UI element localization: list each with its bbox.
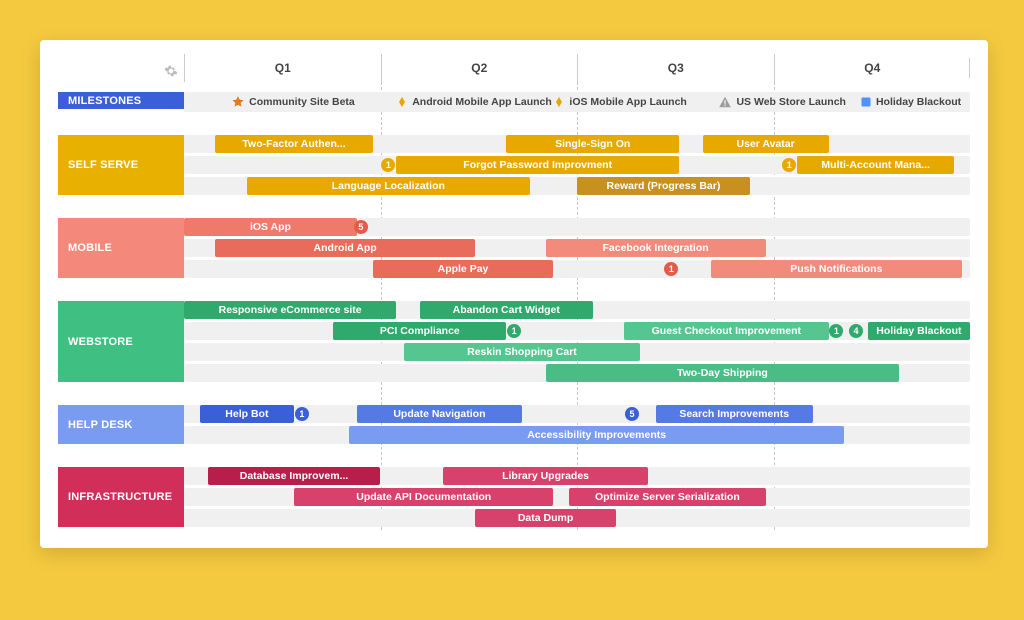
bar-holiday-blackout[interactable]: Holiday Blackout [868, 322, 970, 340]
bar-reskin-shopping-cart[interactable]: Reskin Shopping Cart [404, 343, 640, 361]
bar-accessibility-improvements[interactable]: Accessibility Improvements [349, 426, 844, 444]
milestone-label: Holiday Blackout [876, 96, 961, 108]
quarter-header: Q4 [774, 54, 971, 82]
bar-multi-account-mana-[interactable]: Multi-Account Mana... [797, 156, 954, 174]
bar-library-upgrades[interactable]: Library Upgrades [443, 467, 647, 485]
bar-forgot-password-improvment[interactable]: Forgot Password Improvment [396, 156, 679, 174]
bar-responsive-ecommerce-site[interactable]: Responsive eCommerce site [184, 301, 396, 319]
track: Accessibility Improvements [184, 426, 970, 444]
track: Community Site Beta Android Mobile App La… [184, 92, 970, 112]
track: PCI Compliance Guest Checkout Improvement… [184, 322, 970, 340]
quarter-headers: Q1Q2Q3Q4 [184, 54, 970, 82]
count-badge[interactable]: 1 [507, 324, 521, 338]
track: Android App Facebook Integration [184, 239, 970, 257]
square-icon [860, 96, 872, 108]
bar-abandon-cart-widget[interactable]: Abandon Cart Widget [420, 301, 593, 319]
bar-optimize-server-serialization[interactable]: Optimize Server Serialization [569, 488, 766, 506]
track: Apple Pay Push Notifications 1 [184, 260, 970, 278]
track: Two-Factor Authen... Single-Sign On User A… [184, 135, 970, 153]
bar-pci-compliance[interactable]: PCI Compliance [333, 322, 506, 340]
group-label-mobile[interactable]: MOBILE [58, 218, 184, 278]
bar-reward-progress-bar-[interactable]: Reward (Progress Bar) [577, 177, 750, 195]
bar-two-day-shipping[interactable]: Two-Day Shipping [546, 364, 900, 382]
bar-search-improvements[interactable]: Search Improvements [656, 405, 813, 423]
count-badge[interactable]: 1 [664, 262, 678, 276]
bar-update-navigation[interactable]: Update Navigation [357, 405, 522, 423]
milestone-ios-mobile-app-launch[interactable]: iOS Mobile App Launch [553, 92, 686, 112]
track: Forgot Password Improvment Multi-Account … [184, 156, 970, 174]
gear-icon [164, 64, 178, 78]
settings-corner[interactable] [58, 54, 184, 82]
milestone-us-web-store-launch[interactable]: US Web Store Launch [718, 92, 846, 112]
diamond-icon [396, 95, 408, 109]
count-badge[interactable]: 1 [295, 407, 309, 421]
count-badge[interactable]: 1 [782, 158, 796, 172]
milestone-label: Community Site Beta [249, 96, 355, 108]
bar-user-avatar[interactable]: User Avatar [703, 135, 829, 153]
milestone-label: US Web Store Launch [736, 96, 846, 108]
bar-update-api-documentation[interactable]: Update API Documentation [294, 488, 553, 506]
count-badge[interactable]: 1 [829, 324, 843, 338]
group-label-milestones[interactable]: MILESTONES [58, 92, 184, 109]
quarter-header: Q1 [184, 54, 381, 82]
group-label-help-desk[interactable]: HELP DESK [58, 405, 184, 444]
count-badge[interactable]: 4 [849, 324, 863, 338]
bar-facebook-integration[interactable]: Facebook Integration [546, 239, 766, 257]
bar-android-app[interactable]: Android App [215, 239, 474, 257]
bar-two-factor-authen-[interactable]: Two-Factor Authen... [215, 135, 372, 153]
group-label-infrastructure[interactable]: INFRASTRUCTURE [58, 467, 184, 527]
track: Data Dump [184, 509, 970, 527]
group-label-webstore[interactable]: WEBSTORE [58, 301, 184, 382]
bar-apple-pay[interactable]: Apple Pay [373, 260, 554, 278]
milestone-community-site-beta[interactable]: Community Site Beta [231, 92, 355, 112]
track: Two-Day Shipping [184, 364, 970, 382]
star-icon [231, 95, 245, 109]
track: Database Improvem... Library Upgrades [184, 467, 970, 485]
bar-data-dump[interactable]: Data Dump [475, 509, 616, 527]
track: Reskin Shopping Cart [184, 343, 970, 361]
milestone-android-mobile-app-launch[interactable]: Android Mobile App Launch [396, 92, 552, 112]
group-label-self-serve[interactable]: SELF SERVE [58, 135, 184, 195]
track: Responsive eCommerce site Abandon Cart Wi… [184, 301, 970, 319]
track: Help Bot Update Navigation Search Improvem… [184, 405, 970, 423]
bar-guest-checkout-improvement[interactable]: Guest Checkout Improvement [624, 322, 828, 340]
bar-database-improvem-[interactable]: Database Improvem... [208, 467, 381, 485]
milestone-label: iOS Mobile App Launch [569, 96, 686, 108]
count-badge[interactable]: 1 [381, 158, 395, 172]
count-badge[interactable]: 5 [625, 407, 639, 421]
milestone-holiday-blackout[interactable]: Holiday Blackout [860, 92, 961, 112]
quarter-header: Q3 [577, 54, 774, 82]
track: iOS App5 [184, 218, 970, 236]
diamond-icon [553, 95, 565, 109]
roadmap-card: Q1Q2Q3Q4 MILESTONES Community Site Beta An… [40, 40, 988, 548]
milestone-label: Android Mobile App Launch [412, 96, 552, 108]
bar-ios-app[interactable]: iOS App [184, 218, 357, 236]
count-badge[interactable]: 5 [354, 220, 368, 234]
bar-language-localization[interactable]: Language Localization [247, 177, 530, 195]
roadmap-grid: Q1Q2Q3Q4 MILESTONES Community Site Beta An… [58, 54, 970, 530]
track: Update API Documentation Optimize Server … [184, 488, 970, 506]
bar-single-sign-on[interactable]: Single-Sign On [506, 135, 679, 153]
quarter-header: Q2 [381, 54, 578, 82]
bar-push-notifications[interactable]: Push Notifications [711, 260, 963, 278]
track: Language Localization Reward (Progress Ba… [184, 177, 970, 195]
warning-icon [718, 95, 732, 109]
bar-help-bot[interactable]: Help Bot [200, 405, 294, 423]
